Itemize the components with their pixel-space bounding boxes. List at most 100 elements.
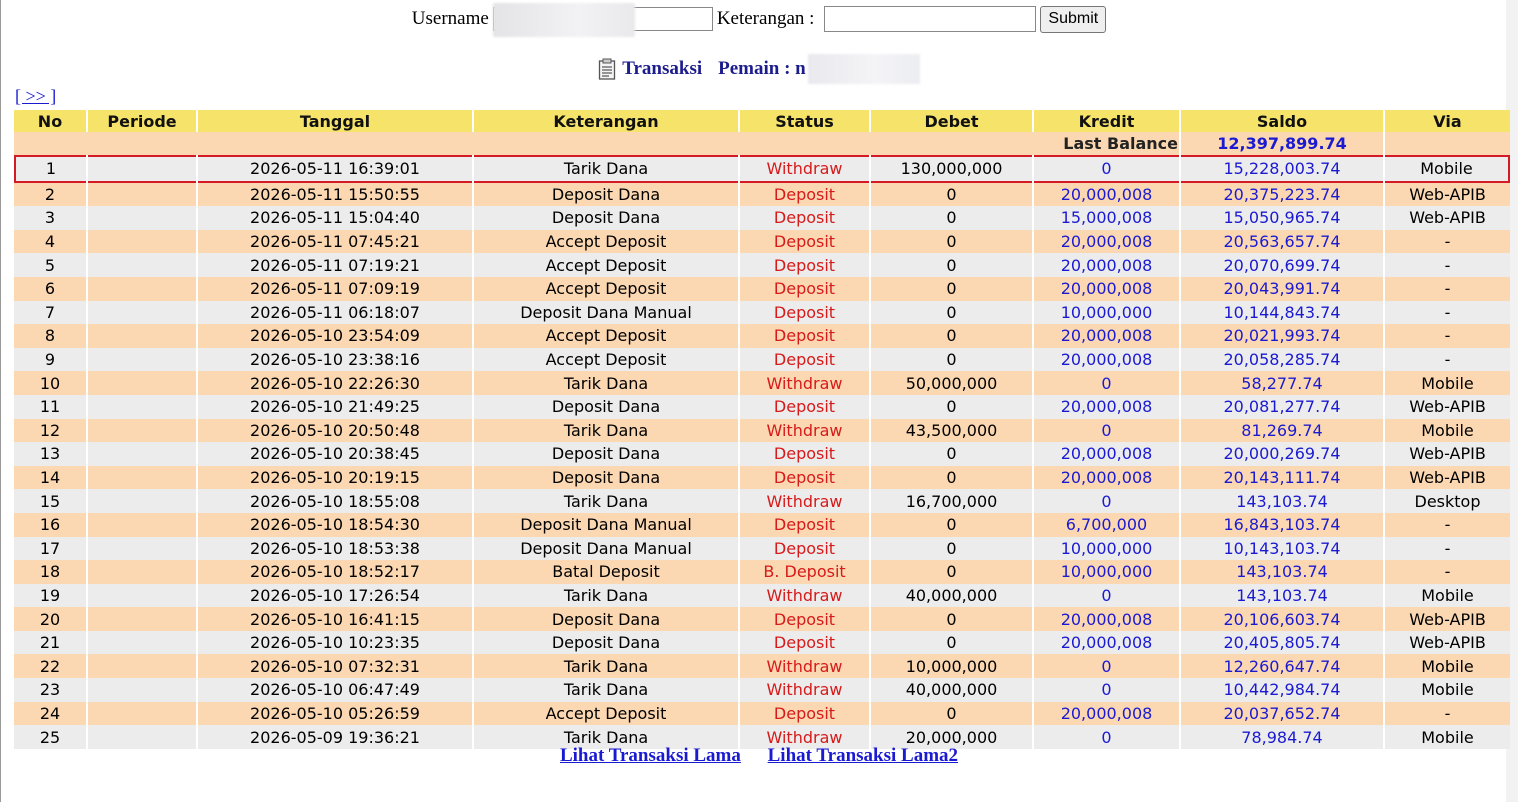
cell-periode [88,394,196,419]
header-tanggal: Tanggal [198,110,472,132]
cell-status: Withdraw [740,371,869,395]
cell-periode [88,182,196,207]
table-row: 9 2026-05-10 23:38:16 Accept Deposit Deposi… [14,347,1510,372]
cell-saldo: 20,375,223.74 [1181,182,1383,207]
table-row: 10 2026-05-10 22:26:30 Tarik Dana Withdraw 5… [14,371,1510,395]
cell-keterangan: Batal Deposit [474,560,738,584]
cell-kredit: 20,000,008 [1034,394,1179,419]
cell-no: 9 [14,347,86,372]
cell-saldo: 20,000,269.74 [1181,442,1383,466]
cell-no: 6 [14,276,86,301]
cell-kredit: 20,000,008 [1034,607,1179,631]
cell-via: Web-APIB [1385,206,1510,230]
cell-tanggal: 2026-05-10 23:38:16 [198,347,472,372]
cell-no: 7 [14,300,86,325]
cell-status: B. Deposit [740,560,869,584]
next-page-link[interactable]: [ >> ] [15,86,56,107]
cell-periode [88,512,196,537]
cell-tanggal: 2026-05-10 06:47:49 [198,678,472,702]
cell-tanggal: 2026-05-11 15:04:40 [198,206,472,230]
cell-status: Withdraw [740,583,869,608]
cell-kredit: 20,000,008 [1034,442,1179,466]
cell-tanggal: 2026-05-10 16:41:15 [198,607,472,631]
cell-tanggal: 2026-05-10 22:26:30 [198,371,472,395]
cell-tanggal: 2026-05-10 20:50:48 [198,418,472,443]
cell-tanggal: 2026-05-10 07:32:31 [198,654,472,679]
cell-debet: 0 [871,536,1032,561]
cell-via: - [1385,253,1510,277]
lihat-transaksi-lama2-link[interactable]: Lihat Transaksi Lama2 [768,745,958,766]
cell-via: Web-APIB [1385,465,1510,490]
cell-periode [88,465,196,490]
cell-keterangan: Tarik Dana [474,654,738,679]
cell-kredit: 10,000,000 [1034,536,1179,561]
table-row: 11 2026-05-10 21:49:25 Deposit Dana Deposit… [14,394,1510,419]
cell-status: Withdraw [740,678,869,702]
table-row: 24 2026-05-10 05:26:59 Accept Deposit Depos… [14,701,1510,726]
cell-keterangan: Deposit Dana [474,442,738,466]
cell-debet: 0 [871,300,1032,325]
cell-keterangan: Deposit Dana Manual [474,300,738,325]
cell-periode [88,678,196,702]
bottom-links: Lihat Transaksi Lama Lihat Transaksi Lam… [0,745,1518,767]
submit-button[interactable]: Submit [1040,5,1107,33]
last-balance-label: Last Balance [14,132,1179,155]
cell-keterangan: Tarik Dana [474,155,738,183]
cell-periode [88,630,196,655]
cell-debet: 0 [871,512,1032,537]
cell-keterangan: Accept Deposit [474,324,738,348]
keterangan-input[interactable] [824,6,1037,32]
cell-periode [88,155,196,183]
cell-status: Withdraw [740,489,869,513]
table-row: 3 2026-05-11 15:04:40 Deposit Dana Deposit 0… [14,206,1510,230]
cell-status: Deposit [740,465,869,490]
cell-saldo: 10,143,103.74 [1181,536,1383,561]
table-row: 5 2026-05-11 07:19:21 Accept Deposit Deposi… [14,253,1510,277]
cell-no: 2 [14,182,86,207]
cell-status: Deposit [740,607,869,631]
cell-saldo: 143,103.74 [1181,489,1383,513]
cell-kredit: 20,000,008 [1034,630,1179,655]
lihat-transaksi-lama-link[interactable]: Lihat Transaksi Lama [560,745,741,766]
cell-keterangan: Deposit Dana [474,182,738,207]
cell-no: 11 [14,394,86,419]
header-debet: Debet [871,110,1032,132]
cell-keterangan: Tarik Dana [474,489,738,513]
cell-kredit: 20,000,008 [1034,465,1179,490]
cell-kredit: 20,000,008 [1034,182,1179,207]
table-row: 22 2026-05-10 07:32:31 Tarik Dana Withdraw 1… [14,654,1510,679]
search-form: Username Keterangan : Submit [0,3,1518,37]
cell-no: 13 [14,442,86,466]
cell-keterangan: Tarik Dana [474,371,738,395]
cell-status: Deposit [740,276,869,301]
cell-debet: 0 [871,630,1032,655]
cell-debet: 10,000,000 [871,654,1032,679]
cell-keterangan: Tarik Dana [474,418,738,443]
cell-debet: 0 [871,394,1032,419]
title-pemain: Pemain : n [718,58,806,79]
cell-tanggal: 2026-05-10 20:19:15 [198,465,472,490]
cell-debet: 0 [871,701,1032,726]
cell-saldo: 20,058,285.74 [1181,347,1383,372]
header-periode: Periode [88,110,196,132]
cell-debet: 0 [871,182,1032,207]
cell-via: Web-APIB [1385,442,1510,466]
cell-status: Deposit [740,394,869,419]
cell-saldo: 58,277.74 [1181,371,1383,395]
cell-periode [88,654,196,679]
cell-tanggal: 2026-05-11 07:45:21 [198,229,472,254]
cell-tanggal: 2026-05-10 23:54:09 [198,324,472,348]
username-field-wrapper [492,3,713,37]
cell-keterangan: Deposit Dana [474,630,738,655]
cell-saldo: 12,260,647.74 [1181,654,1383,679]
cell-periode [88,607,196,631]
cell-saldo: 20,106,603.74 [1181,607,1383,631]
header-status: Status [740,110,869,132]
header-saldo: Saldo [1181,110,1383,132]
cell-status: Deposit [740,442,869,466]
cell-via: - [1385,229,1510,254]
cell-via: Web-APIB [1385,182,1510,207]
table-row-highlighted: 1 2026-05-11 16:39:01 Tarik Dana Withdraw 13… [14,155,1510,183]
cell-tanggal: 2026-05-10 18:54:30 [198,512,472,537]
cell-tanggal: 2026-05-10 05:26:59 [198,701,472,726]
